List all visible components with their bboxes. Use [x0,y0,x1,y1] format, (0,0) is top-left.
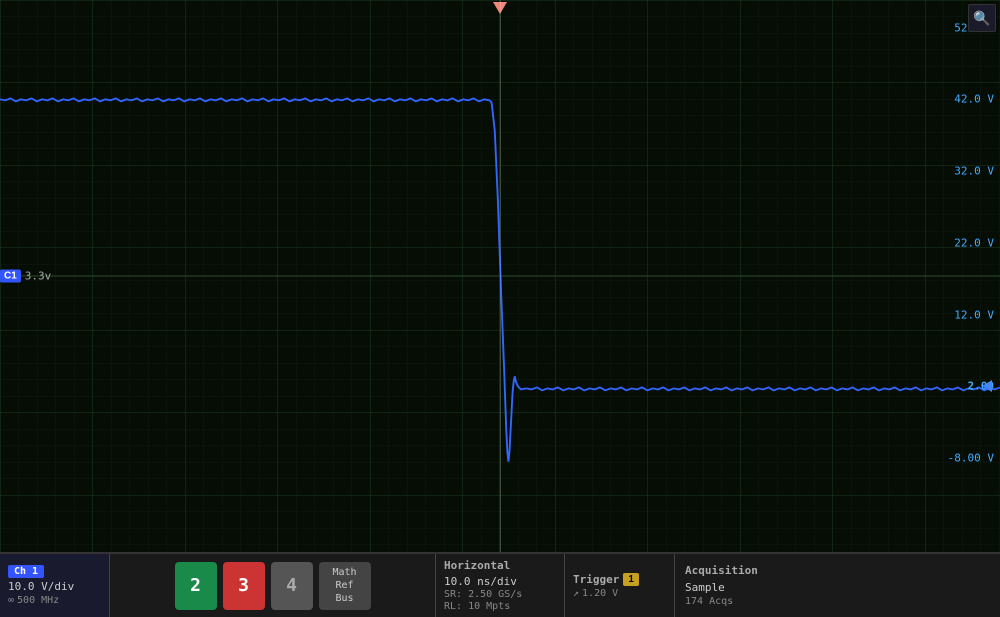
y-label-neg8v: -8.00 V [948,452,994,465]
math-ref-bus-button[interactable]: Math Ref Bus [319,562,371,610]
ch1-screen-value: 3.3v [25,270,52,283]
ch1-level-marker [982,380,992,392]
ch1-header: Ch 1 [8,565,101,578]
y-label-22v: 22.0 V [954,236,994,249]
ch1-scale: 10.0 V/div [8,580,101,593]
y-label-42v: 42.0 V [954,93,994,106]
ch1-screen-indicator: C1 3.3v [0,270,51,283]
trigger-arrow: ↗ 1.20 V [573,588,666,599]
ch1-bandwidth: ∞ 500 MHz [8,595,101,606]
acquisition-mode: Sample [685,581,990,594]
cursor-line [500,0,501,552]
trigger-number: 1 [623,573,639,586]
acquisition-count: 174 Acqs [685,596,990,607]
ch1-tab: Ch 1 [8,565,44,578]
ch4-button[interactable]: 4 [271,562,313,610]
horizontal-title: Horizontal [444,559,556,572]
ch3-button[interactable]: 3 [223,562,265,610]
ch2-button[interactable]: 2 [175,562,217,610]
oscilloscope: 52.0 V 42.0 V 32.0 V 22.0 V 12.0 V 2.00 … [0,0,1000,617]
y-label-32v: 32.0 V [954,165,994,178]
channel-buttons: 2 3 4 Math Ref Bus [110,554,435,617]
trigger-title: Trigger [573,573,619,586]
acquisition-title: Acquisition [685,564,990,577]
horizontal-sample-rate: SR: 2.50 GS/s [444,589,556,600]
screen-area: 52.0 V 42.0 V 32.0 V 22.0 V 12.0 V 2.00 … [0,0,1000,552]
acquisition-panel[interactable]: Acquisition Sample 174 Acqs [675,554,1000,617]
search-icon[interactable]: 🔍 [968,4,996,32]
ch1-panel[interactable]: Ch 1 10.0 V/div ∞ 500 MHz [0,554,110,617]
bandwidth-icon: ∞ [8,595,14,606]
horizontal-record-length: RL: 10 Mpts [444,601,556,612]
trigger-panel[interactable]: Trigger 1 ↗ 1.20 V [565,554,675,617]
horizontal-time-div: 10.0 ns/div [444,575,556,588]
horizontal-panel[interactable]: Horizontal 10.0 ns/div SR: 2.50 GS/s RL:… [435,554,565,617]
trigger-header: Trigger 1 [573,573,666,586]
ch1-badge: C1 [0,270,21,283]
toolbar: Ch 1 10.0 V/div ∞ 500 MHz 2 3 4 Math Ref… [0,552,1000,617]
y-label-12v: 12.0 V [954,308,994,321]
